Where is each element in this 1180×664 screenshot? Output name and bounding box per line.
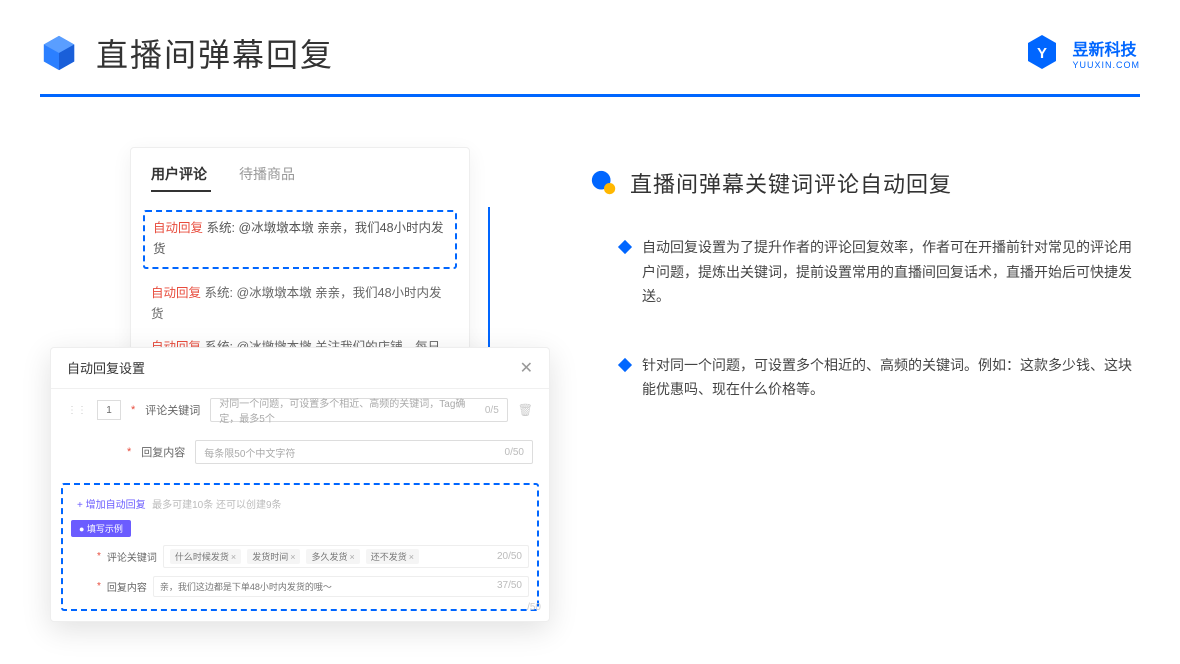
keyword-chip[interactable]: 多久发货× bbox=[306, 549, 359, 564]
reply-label: 回复内容 bbox=[141, 444, 185, 460]
tab-user-comments[interactable]: 用户评论 bbox=[151, 164, 211, 192]
auto-reply-settings-dialog: 自动回复设置 ✕ ⋮⋮ * 评论关键词 对同一个问题，可设置多个相近、高频的关键… bbox=[50, 347, 550, 622]
close-icon[interactable]: ✕ bbox=[520, 358, 533, 378]
brand-name-en: YUUXIN.COM bbox=[1072, 60, 1140, 70]
add-auto-reply-link[interactable]: + 增加自动回复 bbox=[75, 496, 148, 515]
keyword-chip[interactable]: 什么时候发货× bbox=[170, 549, 241, 564]
highlighted-comment: 自动回复 系统: @冰墩墩本墩 亲亲，我们48小时内发货 bbox=[143, 210, 457, 269]
page-title: 直播间弹幕回复 bbox=[96, 30, 334, 76]
diamond-icon bbox=[618, 357, 632, 371]
example-reply-text[interactable]: 亲，我们这边都是下单48小时内发货的哦～37/50 bbox=[153, 576, 529, 597]
section-title: 直播间弹幕关键词评论自动回复 bbox=[630, 167, 952, 199]
reply-input[interactable]: 每条限50个中文字符0/50 bbox=[195, 440, 533, 464]
feature-bullet: 自动回复设置为了提升作者的评论回复效率，作者可在开播前针对常见的评论用户问题，提… bbox=[620, 235, 1140, 309]
chat-bubbles-icon bbox=[590, 169, 618, 197]
example-badge: ● 填写示例 bbox=[71, 520, 131, 537]
keyword-label: 评论关键词 bbox=[145, 402, 200, 418]
brand-name-cn: 昱新科技 bbox=[1072, 36, 1140, 60]
auto-reply-tag: 自动回复 bbox=[153, 221, 203, 235]
feature-bullet: 针对同一个问题，可设置多个相近的、高频的关键词。例如：这款多少钱、这块能优惠吗、… bbox=[620, 353, 1140, 402]
example-reply-label: 回复内容 bbox=[107, 579, 147, 594]
add-hint: 最多可建10条 还可以创建9条 bbox=[152, 500, 281, 511]
example-keyword-chips[interactable]: 什么时候发货×发货时间×多久发货×还不发货× 20/50 bbox=[163, 545, 529, 568]
example-keyword-label: 评论关键词 bbox=[107, 549, 157, 564]
keyword-input[interactable]: 对同一个问题，可设置多个相近、高频的关键词，Tag确定，最多5个0/5 bbox=[210, 398, 507, 422]
stray-counter: /50 bbox=[527, 602, 541, 613]
index-input[interactable] bbox=[97, 400, 121, 420]
keyword-chip[interactable]: 还不发货× bbox=[366, 549, 419, 564]
diamond-icon bbox=[618, 240, 632, 254]
example-highlight: + 增加自动回复 最多可建10条 还可以创建9条 ● 填写示例 * 评论关键词 … bbox=[61, 483, 539, 611]
comment-row: 自动回复 系统: @冰墩墩本墩 亲亲，我们48小时内发货 bbox=[131, 277, 469, 332]
cube-icon bbox=[40, 34, 78, 72]
brand-logo: Y 昱新科技 YUUXIN.COM bbox=[1022, 33, 1140, 73]
keyword-chip[interactable]: 发货时间× bbox=[247, 549, 300, 564]
delete-icon[interactable]: 🗑 bbox=[518, 403, 533, 417]
tab-pending-goods[interactable]: 待播商品 bbox=[239, 164, 295, 192]
svg-text:Y: Y bbox=[1037, 45, 1047, 62]
dialog-title: 自动回复设置 bbox=[67, 358, 145, 378]
drag-handle-icon[interactable]: ⋮⋮ bbox=[67, 405, 87, 416]
header-divider bbox=[40, 94, 1140, 97]
connector-line bbox=[488, 207, 490, 367]
